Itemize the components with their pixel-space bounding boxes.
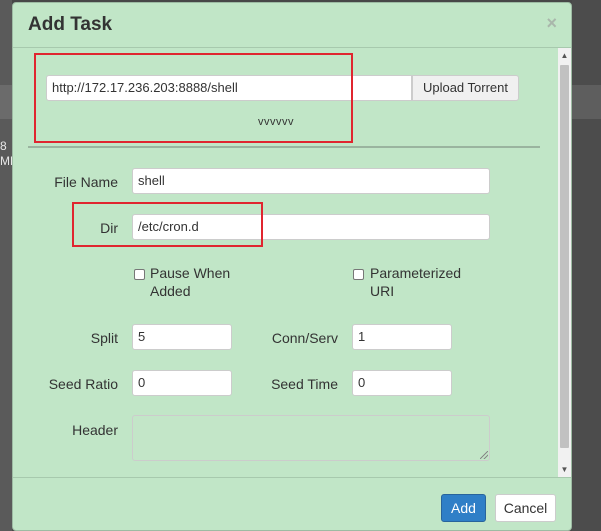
parameterized-uri-checkbox[interactable] [353,269,364,280]
seed-time-label: Seed Time [271,376,338,392]
file-name-label: File Name [54,174,118,190]
dialog-body: http://172.17.236.203:8888/shell Upload … [13,48,557,477]
seed-ratio-input[interactable]: 0 [132,370,232,396]
dialog-scrollbar[interactable]: ▲ ▼ [558,48,571,477]
parameterized-uri-label: Parameterized URI [370,265,462,299]
upload-torrent-button[interactable]: Upload Torrent [412,75,519,101]
highlight-box-url [34,53,353,143]
header-textarea[interactable] [132,415,490,461]
seed-time-input[interactable]: 0 [352,370,452,396]
background-text-fragment: MB [0,154,12,168]
background-text-fragment: 8 [0,139,7,153]
conn-serv-input[interactable]: 1 [352,324,452,350]
scroll-up-icon[interactable]: ▲ [558,49,571,62]
pause-when-added-checkbox[interactable] [134,269,145,280]
scroll-down-icon[interactable]: ▼ [558,463,571,476]
header-label: Header [72,422,118,438]
split-input[interactable]: 5 [132,324,232,350]
split-label: Split [90,330,118,346]
scrollbar-thumb[interactable] [560,65,569,448]
cancel-button[interactable]: Cancel [495,494,556,522]
background-row-strip [0,85,12,119]
dialog-header: Add Task × [13,3,571,48]
pause-when-added-label: Pause When Added [150,265,231,299]
dialog-footer: Add Cancel [13,477,571,530]
background-left-edge [0,0,12,531]
add-task-dialog: Add Task × http://172.17.236.203:8888/sh… [12,2,572,531]
add-button[interactable]: Add [441,494,486,522]
highlight-box-dir [72,202,263,247]
section-divider [28,146,540,148]
background-right-edge [572,0,601,531]
file-name-input[interactable]: shell [132,168,490,194]
resize-grip-icon[interactable] [480,451,488,459]
conn-serv-label: Conn/Serv [271,330,338,346]
seed-ratio-label: Seed Ratio [48,376,118,392]
dialog-title: Add Task [28,14,113,35]
close-icon[interactable]: × [546,13,557,34]
background-row-strip [572,85,601,119]
